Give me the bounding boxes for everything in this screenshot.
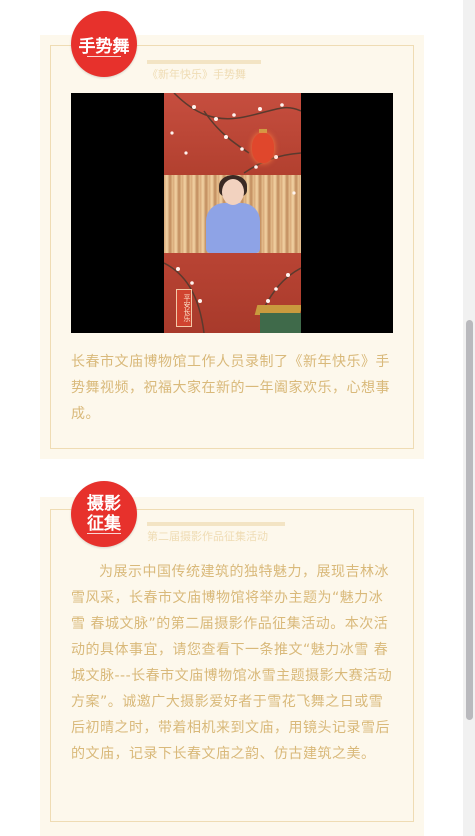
section-badge: 摄影 征集 (71, 481, 137, 547)
building-roof (260, 313, 301, 333)
section-description: 为展示中国传统建筑的独特魅力，展现吉林冰雪风采，长春市文庙博物馆将举办主题为“魅… (71, 564, 393, 762)
badge-label: 摄影 征集 (87, 494, 121, 534)
badge-label-line2: 征集 (87, 514, 121, 534)
subtitle-underline (147, 522, 285, 526)
scrollbar-thumb[interactable] (466, 320, 473, 720)
badge-label: 手势舞 (78, 36, 130, 57)
section-badge: 手势舞 (71, 11, 137, 77)
subtitle-underline (147, 60, 261, 64)
presenter-face (222, 179, 244, 205)
badge-label-line1: 摄影 (87, 494, 121, 514)
badge-divider (87, 533, 121, 534)
presenter-body (206, 203, 260, 253)
section-subtitle: 第二届摄影作品征集活动 (147, 530, 268, 543)
video-frame: 平安长乐 (164, 93, 301, 333)
section-description: 长春市文庙博物馆工作人员录制了《新年快乐》手势舞视频，祝福大家在新的一年阖家欢乐… (71, 354, 390, 422)
lantern-icon (252, 133, 274, 163)
section-subtitle: 《新年快乐》手势舞 (147, 68, 246, 81)
seal-stamp: 平安长乐 (176, 289, 192, 327)
badge-divider (87, 56, 121, 57)
video-player[interactable]: 平安长乐 (71, 93, 393, 333)
